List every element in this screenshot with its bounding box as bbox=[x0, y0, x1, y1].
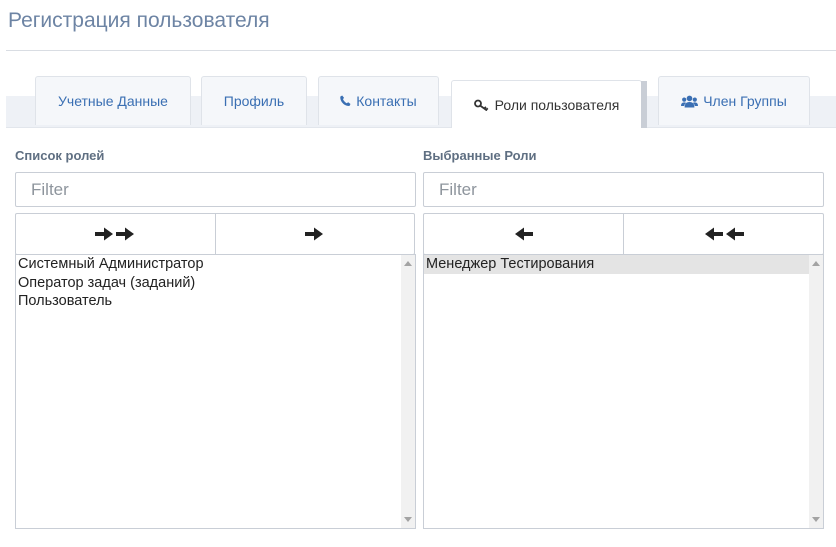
tab-credentials[interactable]: Учетные Данные bbox=[35, 76, 191, 125]
list-item[interactable]: Системный Администратор bbox=[16, 255, 401, 274]
list-item[interactable]: Пользователь bbox=[16, 292, 401, 311]
title-divider bbox=[6, 50, 836, 51]
scroll-up-icon[interactable] bbox=[404, 261, 412, 266]
arrow-right-icon bbox=[116, 227, 135, 241]
key-icon bbox=[473, 99, 490, 111]
arrow-left-icon bbox=[515, 227, 533, 241]
arrow-right-icon bbox=[305, 227, 324, 241]
scrollbar[interactable] bbox=[401, 255, 415, 528]
page-title: Регистрация пользователя bbox=[8, 9, 270, 32]
tab-group-member[interactable]: Член Группы bbox=[658, 76, 810, 125]
tab-label: Член Группы bbox=[703, 93, 787, 109]
arrow-left-icon bbox=[704, 227, 723, 241]
available-move-buttons bbox=[15, 213, 415, 255]
tab-label: Учетные Данные bbox=[58, 93, 168, 109]
available-roles-list[interactable]: Системный Администратор Оператор задач (… bbox=[15, 254, 416, 529]
selected-roles-label: Выбранные Роли bbox=[423, 148, 537, 163]
arrow-right-icon bbox=[95, 227, 114, 241]
scroll-down-icon[interactable] bbox=[404, 517, 412, 522]
move-selected-right-button[interactable] bbox=[214, 214, 415, 254]
list-item[interactable]: Оператор задач (заданий) bbox=[16, 274, 401, 293]
tab-contacts[interactable]: Контакты bbox=[318, 76, 439, 125]
move-all-left-button[interactable] bbox=[623, 214, 823, 254]
scrollbar[interactable] bbox=[809, 255, 823, 528]
tab-label: Контакты bbox=[356, 93, 417, 109]
arrow-left-icon bbox=[725, 227, 744, 241]
list-item[interactable]: Менеджер Тестирования bbox=[424, 255, 809, 274]
move-selected-left-button[interactable] bbox=[424, 214, 623, 254]
selected-move-buttons bbox=[423, 213, 824, 255]
tab-profile[interactable]: Профиль bbox=[201, 76, 307, 125]
available-filter-input[interactable] bbox=[15, 172, 416, 207]
tab-user-roles[interactable]: Роли пользователя bbox=[451, 80, 647, 128]
scroll-up-icon[interactable] bbox=[812, 261, 820, 266]
phone-icon bbox=[340, 95, 351, 107]
available-roles-label: Список ролей bbox=[15, 148, 105, 163]
selected-filter-input[interactable] bbox=[423, 172, 824, 207]
tab-label: Профиль bbox=[223, 93, 285, 109]
users-icon bbox=[681, 95, 699, 108]
tab-label: Роли пользователя bbox=[494, 96, 620, 113]
selected-roles-list[interactable]: Менеджер Тестирования bbox=[423, 254, 824, 529]
scroll-down-icon[interactable] bbox=[812, 517, 820, 522]
move-all-right-button[interactable] bbox=[16, 214, 215, 254]
